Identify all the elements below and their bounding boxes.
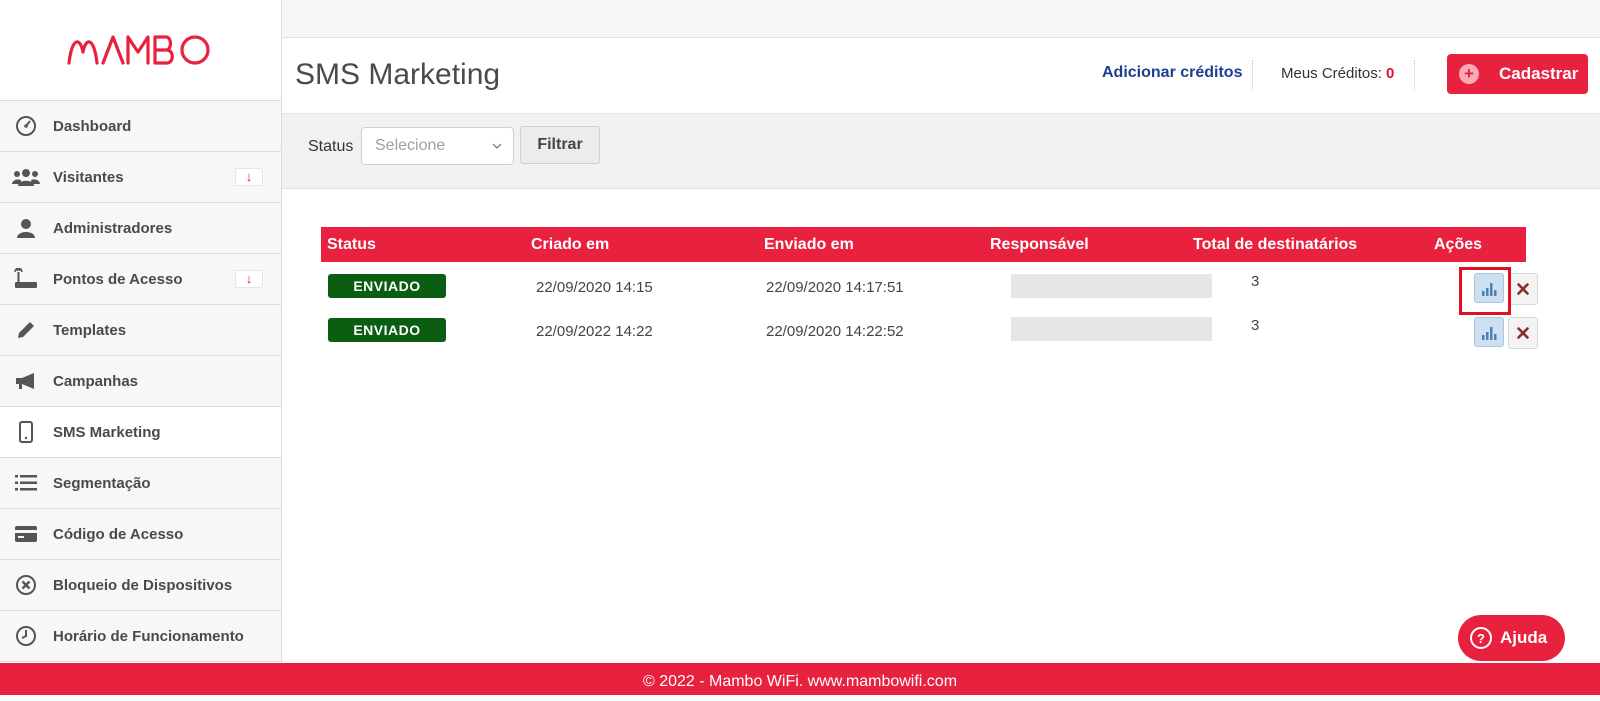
sidebar-item-label: Visitantes [53, 168, 124, 186]
sidebar-item-templates[interactable]: Templates [0, 305, 281, 356]
question-icon: ? [1470, 627, 1492, 649]
sidebar-item-pontos-de-acesso[interactable]: Pontos de Acesso ↓ [0, 254, 281, 305]
column-header-responsible[interactable]: Responsável [990, 236, 1089, 254]
sent-date: 22/09/2020 14:22:52 [766, 323, 904, 340]
created-date: 22/09/2020 14:15 [536, 279, 653, 296]
sidebar-item-dashboard[interactable]: Dashboard [0, 101, 281, 152]
sidebar-item-label: SMS Marketing [53, 423, 161, 441]
table-row: ENVIADO 22/09/2022 14:22 22/09/2020 14:2… [321, 307, 1564, 352]
status-badge: ENVIADO [328, 318, 446, 342]
help-button-label: Ajuda [1500, 628, 1548, 647]
column-header-sent[interactable]: Enviado em [764, 236, 854, 254]
sidebar: Dashboard Visitantes ↓ Administradores P… [0, 0, 282, 662]
column-header-created[interactable]: Criado em [531, 236, 609, 254]
sidebar-item-label: Pontos de Acesso [53, 270, 183, 288]
close-icon [1517, 327, 1529, 339]
sent-date: 22/09/2020 14:17:51 [766, 279, 904, 296]
table-header: Status Criado em Enviado em Responsável … [321, 227, 1526, 262]
sidebar-item-label: Segmentação [53, 474, 151, 492]
clock-icon [12, 624, 40, 648]
close-icon [1517, 283, 1529, 295]
total-recipients: 3 [1251, 317, 1260, 334]
top-bar [282, 0, 1600, 38]
delete-button[interactable] [1508, 317, 1538, 349]
pencil-icon [12, 318, 40, 342]
stats-chart-button[interactable] [1474, 273, 1504, 303]
sidebar-item-label: Dashboard [53, 117, 132, 135]
sidebar-item-label: Administradores [53, 219, 173, 237]
divider [1252, 60, 1253, 90]
register-button-label: Cadastrar [1499, 64, 1579, 83]
redacted-responsible [1011, 274, 1212, 298]
created-date: 22/09/2022 14:22 [536, 323, 653, 340]
sidebar-item-label: Campanhas [53, 372, 139, 390]
block-icon [12, 573, 40, 597]
list-icon [12, 471, 40, 495]
add-credits-link[interactable]: Adicionar créditos [1102, 64, 1242, 82]
sidebar-item-label: Horário de Funcionamento [53, 627, 244, 645]
redacted-responsible [1011, 317, 1212, 341]
credits-value: 0 [1386, 65, 1395, 82]
users-icon [12, 165, 40, 189]
filter-button[interactable]: Filtrar [520, 126, 600, 164]
sidebar-item-horario-de-funcionamento[interactable]: Horário de Funcionamento [0, 611, 281, 662]
dashboard-gauge-icon [12, 114, 40, 138]
status-filter-label: Status [308, 138, 354, 155]
sidebar-item-campanhas[interactable]: Campanhas [0, 356, 281, 407]
status-badge: ENVIADO [328, 274, 446, 298]
credits-label: Meus Créditos: [1281, 65, 1382, 82]
megaphone-icon [12, 369, 40, 393]
sidebar-item-codigo-de-acesso[interactable]: Código de Acesso [0, 509, 281, 560]
sidebar-item-bloqueio-de-dispositivos[interactable]: Bloqueio de Dispositivos [0, 560, 281, 611]
chevron-down-icon [492, 143, 502, 150]
help-button[interactable]: ? Ajuda [1458, 615, 1565, 661]
router-icon [12, 267, 40, 291]
card-icon [12, 522, 40, 546]
page-header: SMS Marketing Adicionar créditos Meus Cr… [282, 38, 1600, 114]
phone-icon [12, 420, 40, 444]
sidebar-item-label: Templates [53, 321, 127, 339]
logo[interactable] [0, 0, 281, 101]
sidebar-item-segmentacao[interactable]: Segmentação [0, 458, 281, 509]
status-select-value: Selecione [375, 137, 446, 154]
sidebar-item-label: Código de Acesso [53, 525, 184, 543]
bar-chart-icon [1482, 283, 1497, 296]
table-row: ENVIADO 22/09/2020 14:15 22/09/2020 14:1… [321, 262, 1564, 307]
page-title: SMS Marketing [295, 58, 501, 91]
total-recipients: 3 [1251, 273, 1260, 290]
delete-button[interactable] [1508, 273, 1538, 305]
footer: © 2022 - Mambo WiFi. www.mambowifi.com [0, 663, 1600, 695]
expand-arrow-badge[interactable]: ↓ [235, 168, 263, 186]
sidebar-item-administradores[interactable]: Administradores [0, 203, 281, 254]
sidebar-item-label: Bloqueio de Dispositivos [53, 576, 233, 594]
bar-chart-icon [1482, 327, 1497, 340]
sms-campaigns-table: Status Criado em Enviado em Responsável … [321, 227, 1564, 352]
sidebar-nav: Dashboard Visitantes ↓ Administradores P… [0, 101, 281, 662]
credits-display: Meus Créditos: 0 [1281, 65, 1394, 82]
column-header-status[interactable]: Status [327, 236, 376, 254]
divider [1414, 60, 1415, 90]
user-icon [12, 216, 40, 240]
mambo-logo-icon [66, 35, 210, 65]
stats-chart-button[interactable] [1474, 317, 1504, 347]
column-header-total-recipients[interactable]: Total de destinatários [1193, 236, 1357, 254]
register-button[interactable]: + Cadastrar [1447, 54, 1588, 94]
filter-bar: Status Selecione Filtrar [282, 114, 1600, 189]
sidebar-item-sms-marketing[interactable]: SMS Marketing [0, 407, 281, 458]
sidebar-item-visitantes[interactable]: Visitantes ↓ [0, 152, 281, 203]
column-header-actions: Ações [1434, 236, 1483, 253]
plus-circle-icon: + [1459, 64, 1479, 84]
status-select[interactable]: Selecione [361, 127, 514, 165]
expand-arrow-badge[interactable]: ↓ [235, 270, 263, 288]
